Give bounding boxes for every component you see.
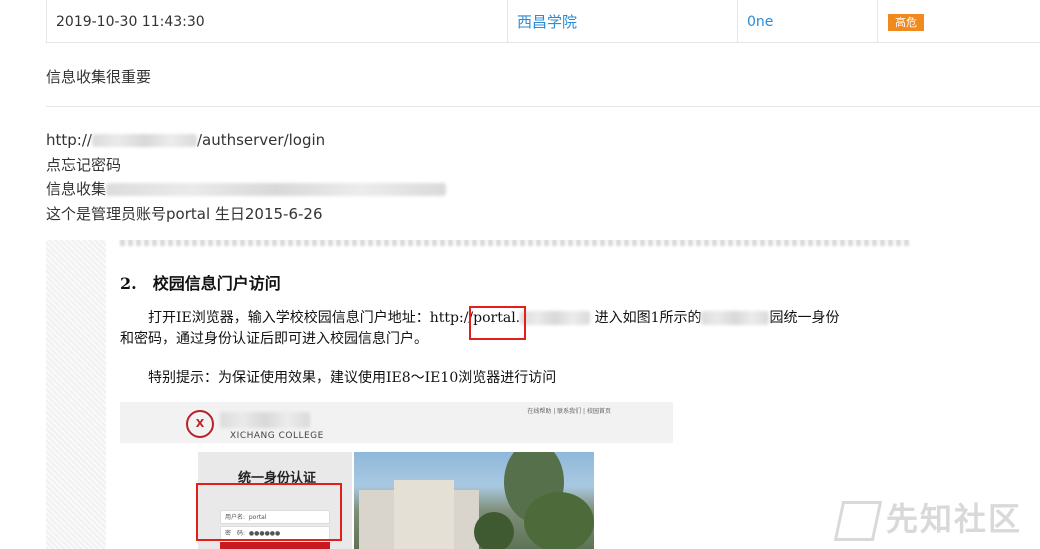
divider <box>877 0 878 42</box>
document-heading: 2. 校园信息门户访问 <box>120 274 281 293</box>
severity-badge: 高危 <box>888 14 924 31</box>
redacted-block <box>220 412 310 428</box>
portal-links: 在线帮助 | 联系我们 | 校园首页 <box>527 408 611 415</box>
divider <box>46 106 1040 107</box>
login-button <box>220 542 330 549</box>
record-row: 2019-10-30 11:43:30 西昌学院 0ne 高危 <box>46 0 1040 43</box>
redacted-block <box>106 183 447 196</box>
post-line-info: 信息收集 <box>46 177 447 202</box>
portal-header: X XICHANG COLLEGE 在线帮助 | 联系我们 | 校园首页 <box>120 402 673 443</box>
login-screenshot: X XICHANG COLLEGE 在线帮助 | 联系我们 | 校园首页 统一身… <box>120 402 673 549</box>
document-note: 特别提示：为保证使用效果，建议使用IE8～IE10浏览器进行访问 <box>148 370 557 386</box>
record-date: 2019-10-30 11:43:30 <box>56 14 205 30</box>
post-body: http:///authserver/login 点忘记密码 信息收集 这个是管… <box>46 128 447 226</box>
highlight-box <box>196 483 342 541</box>
school-link[interactable]: 西昌学院 <box>517 0 577 42</box>
divider <box>507 0 508 42</box>
redacted-block <box>91 134 197 147</box>
post-line-url: http:///authserver/login <box>46 131 326 149</box>
redacted-block <box>701 311 770 325</box>
divider <box>737 0 738 42</box>
campus-photo <box>354 452 594 549</box>
post-line: 这个是管理员账号portal 生日2015-6-26 <box>46 204 323 223</box>
user-link[interactable]: 0ne <box>747 0 773 42</box>
watermark-logo-icon <box>833 501 883 541</box>
watermark: 先知社区 <box>833 494 1022 541</box>
document-margin <box>46 240 106 549</box>
redacted-block <box>520 311 591 325</box>
post-line: 点忘记密码 <box>46 155 122 174</box>
cropped-text-line <box>120 240 910 246</box>
college-name: XICHANG COLLEGE <box>230 431 324 441</box>
post-title: 信息收集很重要 <box>46 68 152 86</box>
college-seal-icon: X <box>186 410 214 438</box>
highlight-box <box>469 306 526 340</box>
